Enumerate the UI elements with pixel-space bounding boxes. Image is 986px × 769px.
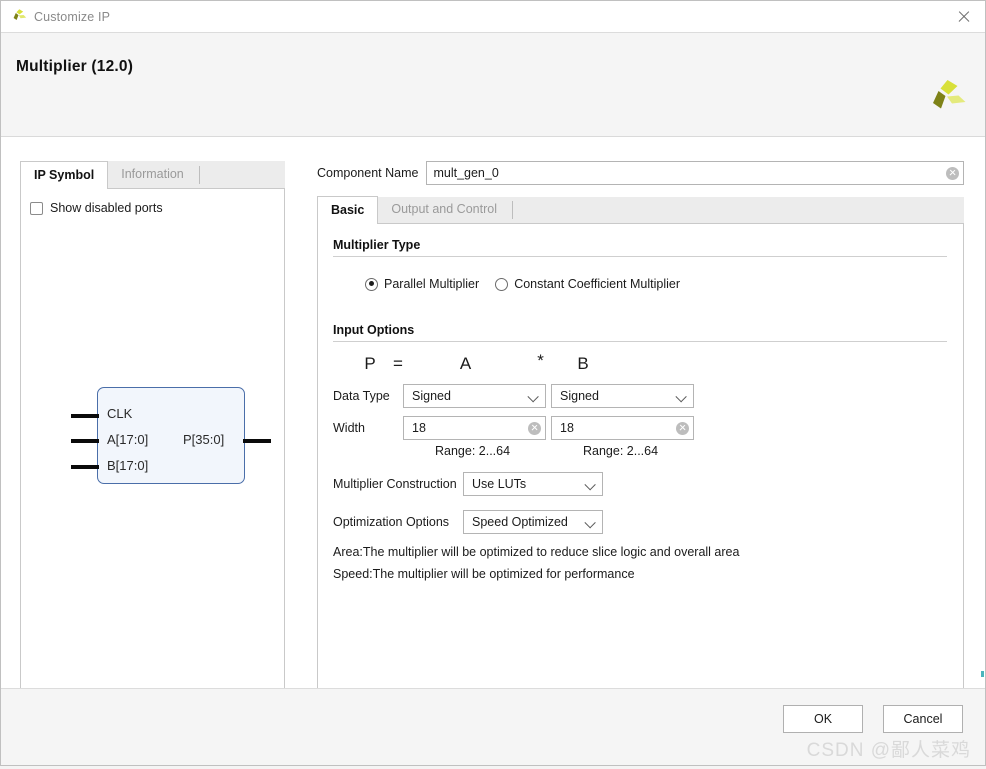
clear-icon[interactable]: [946, 166, 959, 180]
optimization-options-row: Optimization Options Speed Optimized: [333, 510, 947, 534]
data-type-a-value: Signed: [412, 389, 451, 403]
cancel-button[interactable]: Cancel: [883, 705, 963, 733]
tab-filler: [513, 196, 964, 223]
input-options-heading: Input Options: [333, 323, 415, 337]
radio-label-constant: Constant Coefficient Multiplier: [514, 277, 681, 291]
close-icon[interactable]: [953, 6, 975, 28]
tab-output-and-control[interactable]: Output and Control: [378, 196, 510, 223]
width-b-input[interactable]: 18: [551, 416, 694, 440]
formula-a: A: [459, 354, 472, 373]
port-stub-clk: [71, 414, 99, 418]
port-label-p: P[35:0]: [183, 432, 225, 447]
chevron-down-icon: [676, 393, 687, 400]
radio-label-parallel: Parallel Multiplier: [384, 277, 480, 291]
formula-row: P = A * B: [333, 351, 947, 376]
data-type-b-value: Signed: [560, 389, 599, 403]
window-title: Customize IP: [34, 9, 111, 24]
chevron-down-icon: [528, 393, 539, 400]
port-stub-a: [71, 439, 99, 443]
radio-button-constant[interactable]: [495, 277, 509, 291]
data-type-b-select[interactable]: Signed: [551, 384, 694, 408]
ip-symbol-panel: IP Symbol Information Show disabled port…: [20, 161, 285, 691]
component-name-row: Component Name mult_gen_0: [317, 161, 964, 185]
ip-symbol-diagram: CLK A[17:0] B[17:0] P[35:0]: [61, 374, 276, 494]
component-name-input[interactable]: mult_gen_0: [426, 161, 964, 185]
width-a-range: Range: 2...64: [435, 444, 511, 458]
width-label: Width: [333, 421, 365, 435]
radio-parallel-multiplier[interactable]: Parallel Multiplier: [365, 277, 479, 291]
ok-button[interactable]: OK: [783, 705, 863, 733]
left-panel-tabs: IP Symbol Information: [20, 161, 285, 189]
speed-note: Speed:The multiplier will be optimized f…: [333, 567, 635, 581]
radio-button-parallel[interactable]: [365, 277, 378, 291]
range-spacer: [333, 444, 403, 458]
watermark: CSDN @鄙人菜鸡: [806, 740, 971, 761]
dialog-footer: OK Cancel CSDN @鄙人菜鸡: [1, 688, 985, 765]
multiplier-construction-select[interactable]: Use LUTs: [463, 472, 603, 496]
xilinx-logo-icon: [10, 8, 27, 25]
data-type-a-select[interactable]: Signed: [403, 384, 546, 408]
width-row: Width 18 18: [333, 416, 947, 440]
show-disabled-ports-label: Show disabled ports: [50, 201, 163, 215]
dialog-body: IP Symbol Information Show disabled port…: [1, 137, 985, 691]
formula-b: B: [577, 354, 589, 373]
component-name-label: Component Name: [317, 166, 419, 180]
radio-constant-coefficient-multiplier[interactable]: Constant Coefficient Multiplier: [495, 277, 680, 291]
config-tabs: Basic Output and Control: [317, 196, 964, 224]
show-disabled-ports-checkbox[interactable]: [30, 201, 43, 215]
title-bar: Customize IP: [1, 1, 985, 33]
multiplier-type-radio-group: Parallel Multiplier Constant Coefficient…: [365, 277, 947, 291]
multiplier-construction-label: Multiplier Construction: [333, 477, 457, 491]
tab-ip-symbol[interactable]: IP Symbol: [20, 161, 109, 189]
width-range-row: Range: 2...64 Range: 2...64: [333, 444, 947, 458]
data-type-label: Data Type: [333, 389, 390, 403]
tab-filler: [200, 161, 285, 188]
customize-ip-dialog: Customize IP Multiplier (12.0) Documenta…: [0, 0, 986, 766]
multiplier-construction-value: Use LUTs: [472, 477, 527, 491]
port-label-b: B[17:0]: [107, 458, 149, 473]
formula-operator: *: [537, 351, 544, 370]
chevron-down-icon: [585, 519, 596, 526]
clear-icon[interactable]: [676, 421, 689, 435]
area-note: Area:The multiplier will be optimized to…: [333, 545, 740, 559]
width-a-input[interactable]: 18: [403, 416, 546, 440]
ip-symbol-canvas: Show disabled ports CLK A[17:0] B[17:0] …: [20, 189, 285, 691]
dialog-header: Multiplier (12.0) Documentation IP Locat…: [1, 33, 985, 157]
port-label-clk: CLK: [107, 406, 133, 421]
section-divider: [333, 256, 947, 257]
basic-tab-content: Multiplier Type Parallel Multiplier Cons…: [317, 224, 964, 690]
show-disabled-ports-row[interactable]: Show disabled ports: [30, 201, 163, 215]
optimization-options-select[interactable]: Speed Optimized: [463, 510, 603, 534]
width-b-range: Range: 2...64: [583, 444, 659, 458]
data-type-row: Data Type Signed Signed: [333, 384, 947, 408]
tab-basic[interactable]: Basic: [317, 196, 379, 224]
multiplier-construction-row: Multiplier Construction Use LUTs: [333, 472, 947, 496]
formula-p: P: [364, 354, 376, 373]
width-b-value: 18: [560, 421, 574, 435]
port-label-a: A[17:0]: [107, 432, 149, 447]
component-name-value: mult_gen_0: [433, 166, 499, 180]
multiplier-type-heading: Multiplier Type: [333, 238, 421, 252]
width-a-value: 18: [412, 421, 426, 435]
section-divider: [333, 341, 947, 342]
tab-information[interactable]: Information: [108, 161, 197, 188]
page-title: Multiplier (12.0): [16, 58, 134, 75]
optimization-options-value: Speed Optimized: [472, 515, 568, 529]
optimization-options-label: Optimization Options: [333, 515, 450, 529]
port-stub-b: [71, 465, 99, 469]
scroll-edge-marker: [981, 671, 984, 677]
formula-equals: =: [393, 354, 403, 373]
clear-icon[interactable]: [528, 421, 541, 435]
xilinx-logo-icon: [924, 77, 968, 121]
ip-config-panel: Component Name mult_gen_0 Basic Output a…: [317, 161, 964, 691]
port-stub-p: [243, 439, 271, 443]
chevron-down-icon: [585, 481, 596, 488]
